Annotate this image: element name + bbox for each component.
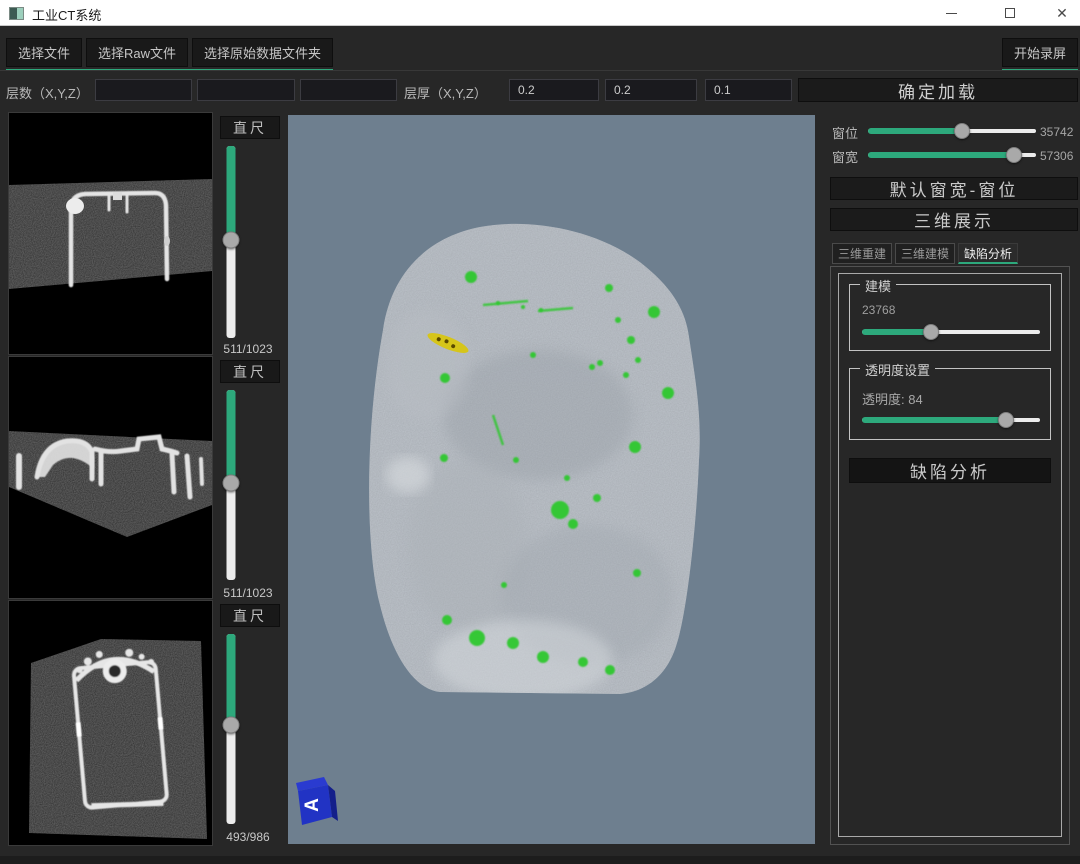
window-bottom-edge (0, 856, 1080, 864)
slider-thumb[interactable] (923, 324, 939, 340)
window-level-label: 窗位 (832, 123, 858, 142)
default-window-button[interactable]: 默认窗宽-窗位 (830, 177, 1078, 200)
app-window: 工业CT系统 ✕ 选择文件 选择Raw文件 选择原始数据文件夹 开始录屏 层数（… (0, 0, 1080, 864)
layers-x-input[interactable] (95, 79, 192, 101)
select-file-button[interactable]: 选择文件 (6, 38, 82, 67)
slice-slider-3[interactable] (222, 634, 239, 824)
orientation-cube: A (296, 777, 338, 825)
tab-defect-analysis[interactable]: 缺陷分析 (958, 243, 1018, 264)
slider-fill (868, 128, 962, 134)
minimize-button[interactable] (933, 0, 969, 26)
app-title: 工业CT系统 (32, 5, 101, 24)
tab-3d-modeling[interactable]: 三维建模 (895, 243, 955, 264)
start-record-button[interactable]: 开始录屏 (1002, 38, 1078, 67)
record-toolbar: 开始录屏 (1002, 38, 1078, 71)
slice-slider-2[interactable] (222, 390, 239, 580)
thickness-y-input[interactable]: 0.2 (605, 79, 697, 101)
close-icon: ✕ (1056, 5, 1068, 22)
ruler-button-1[interactable]: 直尺 (220, 116, 280, 139)
slider-fill (862, 417, 1006, 423)
ct-slice-view-middle[interactable] (8, 356, 213, 599)
thickness-z-input[interactable]: 0.1 (705, 79, 792, 101)
confirm-load-button[interactable]: 确定加载 (798, 78, 1078, 102)
tab-3d-reconstruction[interactable]: 三维重建 (832, 243, 892, 264)
opacity-group: 透明度设置 透明度: 84 (849, 368, 1051, 440)
ruler-button-3[interactable]: 直尺 (220, 604, 280, 627)
modeling-slider[interactable] (862, 325, 1040, 340)
file-toolbar: 选择文件 选择Raw文件 选择原始数据文件夹 (6, 38, 333, 71)
titlebar: 工业CT系统 ✕ (0, 0, 1080, 26)
slider-fill (226, 634, 235, 725)
defect-analysis-button[interactable]: 缺陷分析 (849, 458, 1051, 483)
app-icon (9, 7, 24, 20)
modeling-group: 建模 23768 (849, 284, 1051, 351)
slice-position-2: 511/1023 (212, 586, 284, 600)
ct-slice-view-bottom[interactable] (8, 600, 213, 846)
slider-thumb[interactable] (998, 412, 1014, 428)
slice-position-1: 511/1023 (212, 342, 284, 356)
maximize-icon (1005, 8, 1015, 18)
layers-y-input[interactable] (197, 79, 295, 101)
window-width-slider[interactable] (868, 148, 1036, 163)
window-level-slider[interactable] (868, 124, 1036, 139)
thickness-x-input[interactable]: 0.2 (509, 79, 599, 101)
slice-position-3: 493/986 (212, 830, 284, 844)
slider-thumb[interactable] (222, 475, 239, 492)
layers-z-input[interactable] (300, 79, 397, 101)
opacity-group-title: 透明度设置 (860, 360, 935, 379)
opacity-slider[interactable] (862, 413, 1040, 428)
maximize-button[interactable] (992, 0, 1028, 26)
modeling-value: 23768 (862, 303, 895, 317)
toolbar-separator (0, 70, 1080, 71)
ruler-button-2[interactable]: 直尺 (220, 360, 280, 383)
slider-fill (862, 329, 931, 335)
ct-slice-view-top[interactable] (8, 112, 213, 355)
opacity-value-label: 透明度: 84 (862, 389, 923, 408)
slice-slider-1[interactable] (222, 146, 239, 338)
window-width-label: 窗宽 (832, 147, 858, 166)
slider-fill (226, 390, 235, 483)
slider-thumb[interactable] (954, 123, 970, 139)
window-width-value: 57306 (1040, 149, 1073, 163)
3d-display-button[interactable]: 三维展示 (830, 208, 1078, 231)
slider-fill (868, 152, 1014, 158)
minimize-icon (946, 13, 957, 14)
modeling-group-title: 建模 (860, 276, 896, 295)
select-folder-button[interactable]: 选择原始数据文件夹 (192, 38, 333, 67)
slider-thumb[interactable] (1006, 147, 1022, 163)
thickness-label: 层厚（X,Y,Z） (404, 83, 487, 102)
tab-page-frame (838, 273, 1062, 837)
slider-thumb[interactable] (222, 232, 239, 249)
cube-letter: A (302, 798, 323, 812)
slider-fill (226, 146, 235, 240)
3d-viewport[interactable]: A (288, 115, 815, 844)
layers-label: 层数（X,Y,Z） (6, 83, 89, 102)
close-button[interactable]: ✕ (1044, 0, 1080, 26)
select-raw-button[interactable]: 选择Raw文件 (86, 38, 188, 67)
window-level-value: 35742 (1040, 125, 1073, 139)
slider-thumb[interactable] (222, 717, 239, 734)
